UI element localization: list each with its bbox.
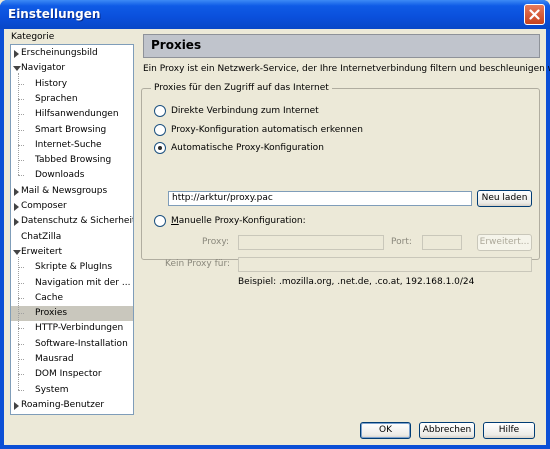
port-label: Port: (391, 237, 412, 247)
no-proxy-input[interactable] (238, 257, 532, 272)
category-item-label: Downloads (35, 170, 85, 181)
dialog-body: Kategorie Erscheinungsbild Navigator Histo… (4, 29, 550, 445)
radio-button[interactable] (154, 215, 166, 227)
reload-button[interactable]: Neu laden (477, 190, 532, 207)
category-item-label: Cache (35, 292, 63, 303)
category-item-label: Navigation mit der ... (35, 277, 131, 288)
radio-label: Manuelle Proxy-Konfiguration: (171, 216, 306, 226)
expand-arrow-icon[interactable] (14, 218, 19, 227)
title-bar[interactable]: Einstellungen (0, 0, 550, 29)
category-item[interactable]: Software-Installation (11, 337, 133, 352)
proxy-port-input[interactable] (422, 235, 462, 250)
category-item-label: Datenschutz & Sicherheit (21, 216, 134, 227)
category-item-label: Proxies (35, 308, 68, 319)
category-item-label: Hilfsanwendungen (35, 109, 119, 120)
tree-connector (18, 73, 19, 176)
radio-button[interactable] (154, 105, 166, 117)
tree-connector (18, 175, 24, 177)
radio-label: Proxy-Konfiguration automatisch erkennen (171, 125, 363, 135)
category-item[interactable]: ChatZilla (11, 230, 133, 245)
help-button[interactable]: Hilfe (483, 422, 535, 439)
no-proxy-example: Beispiel: .mozilla.org, .net.de, .co.at,… (238, 277, 475, 287)
cancel-button[interactable]: Abbrechen (419, 422, 475, 439)
radio-selected-dot (158, 146, 162, 150)
radio-button[interactable] (154, 124, 166, 136)
category-item-label: System (35, 384, 69, 395)
category-item[interactable]: Composer (11, 199, 133, 214)
tree-connector (18, 389, 24, 391)
expand-arrow-icon[interactable] (14, 50, 19, 58)
category-item[interactable]: Sprachen (11, 92, 133, 107)
ok-button[interactable]: OK (360, 422, 411, 439)
panel-description: Ein Proxy ist ein Netzwerk-Service, der … (143, 64, 550, 74)
category-item[interactable]: HTTP-Verbindungen (11, 321, 133, 336)
category-item[interactable]: Skripte & PlugIns (11, 260, 133, 275)
category-item[interactable]: Navigator (11, 61, 133, 76)
category-item[interactable]: Mausrad (11, 352, 133, 367)
group-label: Proxies für den Zugriff auf das Internet (151, 83, 332, 93)
no-proxy-label: Kein Proxy für: (165, 259, 231, 269)
category-tree[interactable]: Erscheinungsbild Navigator History Sprachen… (10, 44, 134, 415)
expand-arrow-icon[interactable] (14, 401, 19, 410)
radio-label-rest: anuelle Proxy-Konfiguration: (178, 216, 306, 226)
category-item-label: Smart Browsing (35, 124, 107, 135)
category-label: Kategorie (11, 32, 55, 42)
category-item[interactable]: Internet-Suche (11, 138, 133, 153)
expand-arrow-icon[interactable] (14, 203, 19, 211)
auto-config-url-input[interactable]: http://arktur/proxy.pac (168, 191, 472, 206)
category-item[interactable]: History (11, 77, 133, 92)
category-item-label: Erscheinungsbild (21, 48, 98, 58)
proxy-host-input[interactable] (238, 235, 384, 250)
radio-label: Direkte Verbindung zum Internet (171, 106, 319, 116)
category-item-label: Mail & Newsgroups (21, 185, 108, 196)
category-item-label: HTTP-Verbindungen (35, 323, 124, 334)
category-item[interactable]: Downloads (11, 168, 133, 183)
category-item[interactable]: Cache (11, 291, 133, 306)
category-item-label: Navigator (21, 63, 66, 74)
category-item-label: Software-Installation (35, 338, 128, 349)
category-item[interactable]: Navigation mit der ... (11, 276, 133, 291)
category-item-label: DOM Inspector (35, 369, 102, 380)
collapse-arrow-icon[interactable] (13, 249, 21, 255)
category-item[interactable]: Datenschutz & Sicherheit (11, 214, 133, 229)
radio-label: Automatische Proxy-Konfiguration (171, 143, 324, 153)
category-item-label: Erweitert (21, 246, 63, 257)
preferences-window: Einstellungen Kategorie Erscheinungsbild… (0, 0, 550, 449)
category-item[interactable]: Tabbed Browsing (11, 153, 133, 168)
proxy-groupbox: Proxies für den Zugriff auf das Internet… (141, 83, 540, 287)
category-item[interactable]: Proxies (11, 306, 133, 322)
category-item[interactable]: Mail & Newsgroups (11, 184, 133, 199)
category-item-label: Composer (21, 201, 67, 211)
radio-button[interactable] (154, 142, 166, 154)
category-item-label: Skripte & PlugIns (35, 262, 113, 273)
category-item-label: Internet-Suche (35, 139, 102, 150)
category-item[interactable]: DOM Inspector (11, 367, 133, 382)
category-item-label: History (35, 78, 68, 89)
proxy-label: Proxy: (202, 237, 230, 247)
panel-title: Proxies (151, 38, 202, 52)
category-item[interactable]: Erweitert (11, 245, 133, 260)
category-item[interactable]: Smart Browsing (11, 123, 133, 138)
expand-arrow-icon[interactable] (14, 187, 19, 196)
close-icon (529, 9, 540, 20)
panel-header: Proxies (143, 34, 540, 58)
category-item-label: Sprachen (35, 93, 78, 104)
collapse-arrow-icon[interactable] (13, 66, 21, 72)
close-button[interactable] (524, 4, 545, 25)
advanced-button[interactable]: Erweitert... (477, 234, 532, 251)
category-item[interactable]: Erscheinungsbild (11, 46, 133, 61)
category-item-label: Mausrad (35, 354, 74, 364)
category-item-label: Tabbed Browsing (35, 155, 112, 166)
category-item[interactable]: Hilfsanwendungen (11, 107, 133, 122)
tree-connector (18, 256, 19, 390)
category-item-label: ChatZilla (21, 231, 62, 242)
window-title: Einstellungen (8, 7, 101, 21)
category-item[interactable]: System (11, 383, 133, 398)
category-item[interactable]: Roaming-Benutzer (11, 398, 133, 413)
category-item-label: Roaming-Benutzer (21, 399, 105, 410)
